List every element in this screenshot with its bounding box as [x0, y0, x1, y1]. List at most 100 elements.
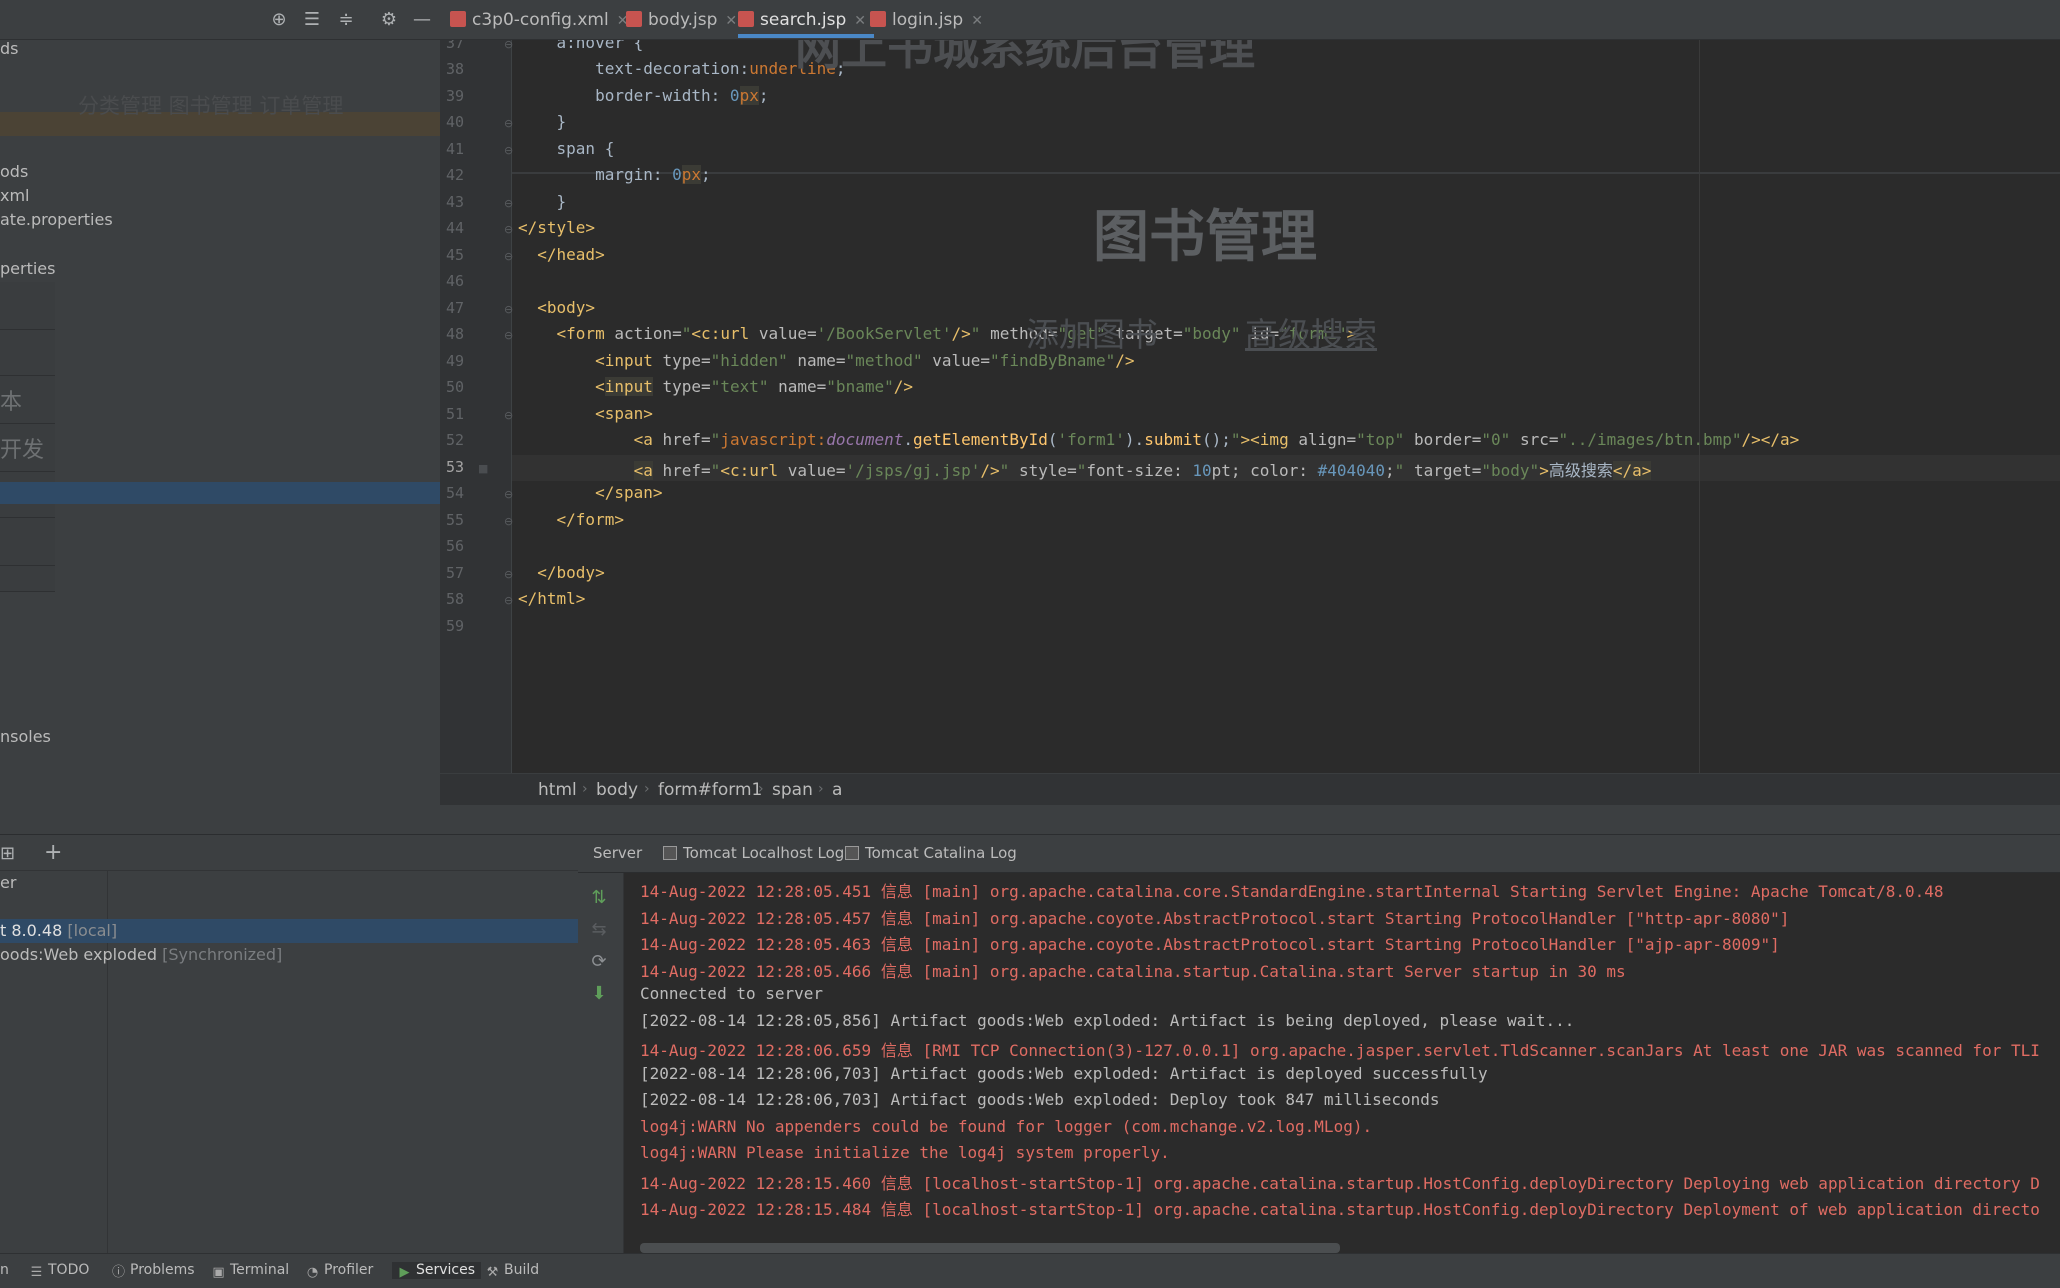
project-item[interactable]: xml: [0, 186, 30, 205]
project-strip: [0, 566, 55, 592]
fold-marker-icon[interactable]: ⊖: [504, 303, 513, 316]
horizontal-scrollbar[interactable]: [640, 1243, 1340, 1253]
build-tool-button[interactable]: ⚒ Build: [486, 1262, 539, 1279]
fold-marker-icon[interactable]: ⊖: [504, 515, 513, 528]
profiler-tool-button[interactable]: ◔ Profiler: [306, 1262, 373, 1279]
problems-tool-button[interactable]: ⓘ Problems: [112, 1262, 195, 1279]
fold-marker-icon[interactable]: ⊖: [504, 223, 513, 236]
tab-catalina-log[interactable]: Tomcat Catalina Log: [845, 844, 1017, 862]
tab-c3p0-config[interactable]: c3p0-config.xml ✕: [450, 0, 628, 38]
code-line: </style>: [518, 218, 596, 237]
fold-marker-icon[interactable]: ⊖: [504, 409, 513, 422]
services-icon: ▶: [399, 1265, 410, 1280]
line-number: 52: [445, 431, 464, 449]
breadcrumb-item[interactable]: a: [832, 780, 842, 800]
services-tool-button[interactable]: ▶ Services: [392, 1262, 482, 1280]
plus-icon[interactable]: +: [44, 840, 62, 865]
jsp-file-icon: [738, 11, 754, 27]
project-item[interactable]: nsoles: [0, 727, 51, 746]
breakpoint-slot-icon[interactable]: ■: [478, 462, 488, 475]
tool-label: Profiler: [324, 1262, 374, 1278]
project-item[interactable]: ate.properties: [0, 210, 113, 229]
gear-icon[interactable]: ⚙: [377, 8, 401, 32]
jsp-file-icon: [626, 11, 642, 27]
locate-icon[interactable]: ⊕: [267, 8, 291, 32]
line-number: 50: [445, 378, 464, 396]
project-item[interactable]: 本: [0, 384, 22, 416]
line-number: 37: [445, 40, 464, 52]
tab-server[interactable]: Server: [593, 844, 642, 862]
status-fragment: n: [0, 1262, 9, 1278]
chevron-right-icon: ›: [818, 781, 824, 797]
line-number: 40: [445, 113, 464, 131]
update-app-icon[interactable]: ⇅: [588, 887, 610, 909]
breadcrumb-item[interactable]: form#form1: [658, 780, 762, 800]
terminal-tool-button[interactable]: ▣ Terminal: [212, 1262, 289, 1279]
project-item[interactable]: ods: [0, 162, 28, 181]
fold-marker-icon[interactable]: ⊖: [504, 144, 513, 157]
tab-search-jsp[interactable]: search.jsp ✕: [738, 0, 874, 38]
project-item[interactable]: ds: [0, 39, 19, 58]
fold-marker-icon[interactable]: ⊖: [504, 568, 513, 581]
preview-page-heading: 图书管理: [1093, 205, 1317, 270]
step-back-icon[interactable]: ⇆: [588, 919, 610, 941]
project-item[interactable]: perties: [0, 259, 55, 278]
hammer-icon: ⚒: [486, 1265, 499, 1280]
line-number: 42: [445, 166, 464, 184]
tab-label: Tomcat Catalina Log: [865, 844, 1017, 862]
code-editor[interactable]: 37 38 39 40 41 42 43 44 45 46 47 48 49 5…: [440, 40, 2060, 773]
code-line: }: [518, 112, 567, 131]
breadcrumb: html › body › form#form1 › span › a: [440, 773, 2060, 805]
line-number: 54: [445, 484, 464, 502]
todo-tool-button[interactable]: ☰ TODO: [30, 1262, 90, 1279]
breadcrumb-item[interactable]: html: [538, 780, 577, 800]
line-number: 48: [445, 325, 464, 343]
tomcat-server-suffix: [local]: [67, 921, 118, 940]
line-gutter: 37 38 39 40 41 42 43 44 45 46 47 48 49 5…: [440, 40, 513, 773]
fold-marker-icon[interactable]: ⊖: [504, 488, 513, 501]
project-strip: [0, 282, 55, 330]
panel-splitter[interactable]: [0, 805, 2060, 835]
services-item[interactable]: er: [0, 873, 16, 892]
minimize-icon[interactable]: —: [410, 8, 434, 32]
deploy-icon[interactable]: ⬇: [588, 983, 610, 1005]
code-line-current: <a href="<c:url value='/jsps/gj.jsp'/>" …: [633, 461, 1652, 480]
right-margin-guide: [1699, 40, 1700, 773]
line-number: 59: [445, 617, 464, 635]
project-strip: [0, 330, 55, 376]
log-line: 14-Aug-2022 12:28:05.451 信息 [main] org.a…: [640, 882, 1944, 901]
breadcrumb-item[interactable]: body: [596, 780, 638, 800]
chevron-right-icon: ›: [758, 781, 764, 797]
tomcat-server-item[interactable]: t 8.0.48 [local]: [0, 921, 117, 940]
add-service-icon[interactable]: ⊞: [0, 843, 15, 864]
refresh-icon[interactable]: ⟳: [588, 951, 610, 973]
expand-all-icon[interactable]: ☰: [300, 8, 324, 32]
fold-marker-icon[interactable]: ⊖: [504, 250, 513, 263]
close-icon[interactable]: ✕: [854, 13, 866, 29]
code-line: <form action="<c:url value='/BookServlet…: [556, 324, 1357, 343]
project-selected-row[interactable]: [0, 482, 440, 504]
fold-marker-icon[interactable]: ⊖: [504, 117, 513, 130]
tab-localhost-log[interactable]: Tomcat Localhost Log: [663, 844, 844, 862]
fold-marker-icon[interactable]: ⊖: [504, 329, 513, 342]
fold-marker-icon[interactable]: ⊖: [504, 594, 513, 607]
close-icon[interactable]: ✕: [971, 13, 983, 29]
log-line: log4j:WARN Please initialize the log4j s…: [640, 1143, 1170, 1162]
line-number: 43: [445, 193, 464, 211]
close-icon[interactable]: ✕: [725, 13, 737, 29]
line-number: 47: [445, 299, 464, 317]
breadcrumb-item[interactable]: span: [772, 780, 813, 800]
log-line: 14-Aug-2022 12:28:15.484 信息 [localhost-s…: [640, 1200, 2040, 1219]
tool-label: Services: [416, 1262, 476, 1278]
log-line: 14-Aug-2022 12:28:05.457 信息 [main] org.a…: [640, 908, 1790, 928]
fold-marker-icon[interactable]: ⊖: [504, 197, 513, 210]
collapse-all-icon[interactable]: ≑: [334, 8, 358, 32]
ide-window: ds ods xml ate.properties perties 本 开发 n…: [0, 0, 2060, 1288]
artifact-item[interactable]: oods:Web exploded [Synchronized]: [0, 945, 282, 964]
run-console[interactable]: Server Tomcat Localhost Log Tomcat Catal…: [578, 835, 2060, 1253]
tab-login-jsp[interactable]: login.jsp ✕: [870, 0, 983, 38]
tab-body-jsp[interactable]: body.jsp ✕: [626, 0, 737, 38]
tool-window-bar: n ☰ TODO ⓘ Problems ▣ Terminal ◔ Profiler ▶ S…: [0, 1253, 2060, 1288]
project-item[interactable]: 开发: [0, 432, 44, 464]
fold-marker-icon[interactable]: ⊖: [504, 40, 513, 51]
